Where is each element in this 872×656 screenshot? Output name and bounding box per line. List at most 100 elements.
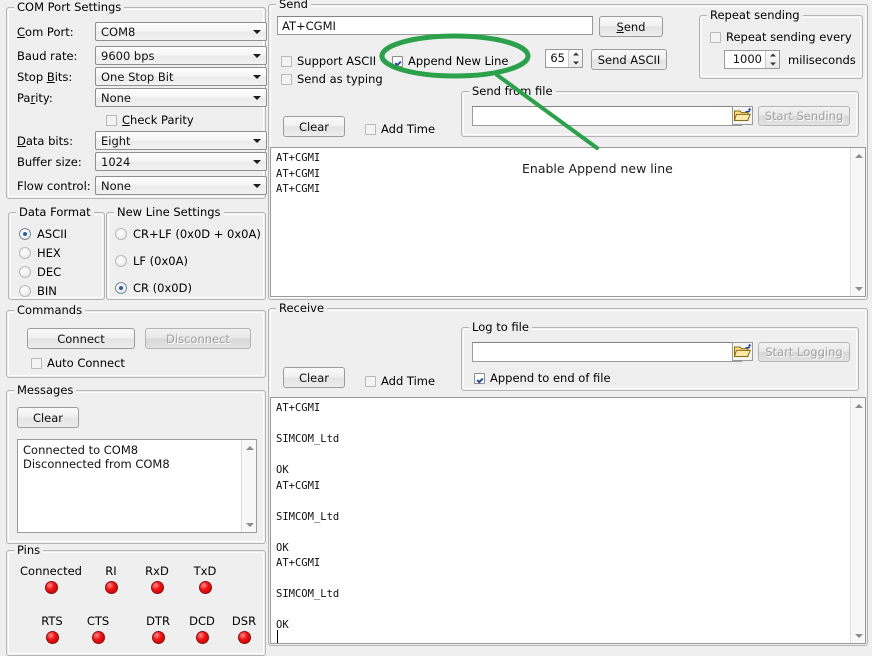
start-sending-button[interactable]: Start Sending: [758, 106, 850, 126]
append-new-line-checkbox[interactable]: Append New Line: [392, 54, 509, 68]
radio-label: LF (0x0A): [133, 254, 188, 268]
receive-add-time-checkbox[interactable]: Add Time: [365, 374, 435, 388]
checkbox-box: [710, 32, 721, 43]
repeat-sending-title: Repeat sending: [707, 9, 803, 21]
messages-clear-label: Clear: [33, 411, 63, 425]
radio-data-format-dec[interactable]: DEC: [19, 265, 61, 279]
send-group: Send Send Support ASCII Append New Line …: [268, 4, 868, 300]
scroll-down-arrow-icon[interactable]: [851, 628, 866, 643]
radio-newline-crlf[interactable]: CR+LF (0x0D + 0x0A): [115, 227, 261, 241]
send-clear-button[interactable]: Clear: [283, 116, 345, 137]
log-to-file-group: Log to file Start Logging: [461, 327, 859, 391]
send-add-time-checkbox[interactable]: Add Time: [365, 122, 435, 136]
disconnect-button[interactable]: Disconnect: [145, 328, 251, 349]
scroll-down-arrow-icon[interactable]: [242, 517, 257, 532]
pin-label: Connected: [15, 564, 87, 578]
data-bits-select[interactable]: Eight: [95, 131, 267, 150]
stop-bits-select[interactable]: One Stop Bit: [95, 67, 267, 86]
send-button[interactable]: Send: [599, 16, 663, 37]
send-ascii-button[interactable]: Send ASCII: [591, 49, 667, 70]
data-bits-value: Eight: [101, 134, 131, 148]
flow-control-value: None: [101, 179, 131, 193]
connect-button[interactable]: Connect: [27, 328, 135, 349]
radio-data-format-hex[interactable]: HEX: [19, 246, 61, 260]
messages-group: Messages Clear Connected to COM8 Disconn…: [6, 390, 266, 544]
auto-connect-checkbox[interactable]: Auto Connect: [31, 356, 125, 370]
repeat-sending-checkbox[interactable]: Repeat sending every: [710, 30, 852, 44]
scroll-up-arrow-icon[interactable]: [851, 398, 866, 413]
data-format-title: Data Format: [16, 206, 94, 218]
send-add-time-label: Add Time: [381, 122, 435, 136]
checkbox-box: [31, 358, 42, 369]
check-parity-checkbox[interactable]: Check Parity: [106, 113, 194, 127]
radio-dot: [115, 255, 127, 267]
pin-dsr: DSR: [221, 614, 267, 644]
pin-label: RxD: [133, 564, 181, 578]
append-to-end-label: Append to end of file: [490, 371, 611, 385]
send-button-label: Send: [617, 20, 646, 34]
led-indicator: [151, 581, 164, 594]
chevron-down-icon: [253, 30, 261, 34]
radio-label: ASCII: [37, 227, 67, 241]
scroll-down-arrow-icon[interactable]: [851, 281, 866, 296]
spinner-up-icon[interactable]: [569, 50, 582, 59]
receive-log-scrollbar[interactable]: [850, 398, 865, 643]
disconnect-button-label: Disconnect: [166, 332, 230, 346]
repeat-sending-label: Repeat sending every: [726, 30, 852, 44]
new-line-settings-group: New Line Settings CR+LF (0x0D + 0x0A) LF…: [106, 212, 266, 300]
chevron-down-icon: [253, 160, 261, 164]
scroll-up-arrow-icon[interactable]: [242, 440, 257, 455]
radio-dot: [19, 266, 31, 278]
pin-label: DTR: [135, 614, 181, 628]
folder-open-icon[interactable]: [732, 106, 753, 125]
spinner-buttons[interactable]: [568, 50, 582, 67]
commands-group: Commands Connect Disconnect Auto Connect: [6, 310, 266, 378]
radio-dot: [115, 282, 127, 294]
send-from-file-group: Send from file Start Sending: [461, 91, 859, 137]
scroll-up-arrow-icon[interactable]: [851, 148, 866, 163]
radio-data-format-bin[interactable]: BIN: [19, 284, 57, 298]
radio-dot: [19, 247, 31, 259]
send-title: Send: [276, 0, 311, 10]
spinner-down-icon[interactable]: [766, 60, 779, 69]
repeat-interval-spinner[interactable]: 1000: [724, 50, 780, 69]
radio-newline-lf[interactable]: LF (0x0A): [115, 254, 188, 268]
radio-data-format-ascii[interactable]: ASCII: [19, 227, 67, 241]
com-port-select[interactable]: COM8: [95, 22, 267, 41]
send-as-typing-checkbox[interactable]: Send as typing: [281, 72, 383, 86]
receive-log-console[interactable]: AT+CGMI SIMCOM_Ltd OK AT+CGMI SIMCOM_Ltd…: [270, 397, 866, 644]
start-logging-button[interactable]: Start Logging: [758, 342, 850, 362]
spinner-up-icon[interactable]: [766, 51, 779, 60]
support-ascii-checkbox[interactable]: Support ASCII: [281, 54, 376, 68]
receive-clear-button[interactable]: Clear: [283, 367, 345, 388]
messages-clear-button[interactable]: Clear: [17, 407, 79, 428]
spinner-down-icon[interactable]: [569, 59, 582, 68]
ascii-code-spinner[interactable]: 65: [545, 49, 583, 68]
send-log-scrollbar[interactable]: [850, 148, 865, 296]
text-caret: [277, 630, 278, 643]
flow-control-select[interactable]: None: [95, 176, 267, 195]
pin-label: RI: [89, 564, 133, 578]
pin-label: TxD: [181, 564, 229, 578]
buffer-size-select[interactable]: 1024: [95, 152, 267, 171]
com-port-value: COM8: [101, 25, 135, 39]
pins-group: Pins Connected RI RxD TxD RTS: [6, 550, 266, 656]
log-file-path-input[interactable]: [472, 342, 742, 362]
com-port-settings-title: COM Port Settings: [14, 1, 124, 13]
messages-title: Messages: [14, 384, 76, 396]
send-command-input[interactable]: [277, 16, 593, 35]
messages-scrollbar[interactable]: [241, 440, 256, 532]
send-clear-label: Clear: [299, 120, 329, 134]
parity-select[interactable]: None: [95, 88, 267, 107]
radio-newline-cr[interactable]: CR (0x0D): [115, 281, 192, 295]
spinner-buttons[interactable]: [765, 51, 779, 68]
messages-listbox[interactable]: Connected to COM8 Disconnected from COM8: [17, 439, 257, 533]
chevron-down-icon: [253, 54, 261, 58]
label-stop-bits: Stop Bits:: [17, 70, 72, 84]
append-to-end-of-file-checkbox[interactable]: Append to end of file: [474, 371, 611, 385]
folder-open-icon[interactable]: [732, 342, 753, 361]
send-file-path-input[interactable]: [472, 106, 742, 126]
send-from-file-title: Send from file: [469, 85, 556, 97]
baud-rate-select[interactable]: 9600 bps: [95, 46, 267, 65]
radio-label: CR (0x0D): [133, 281, 192, 295]
